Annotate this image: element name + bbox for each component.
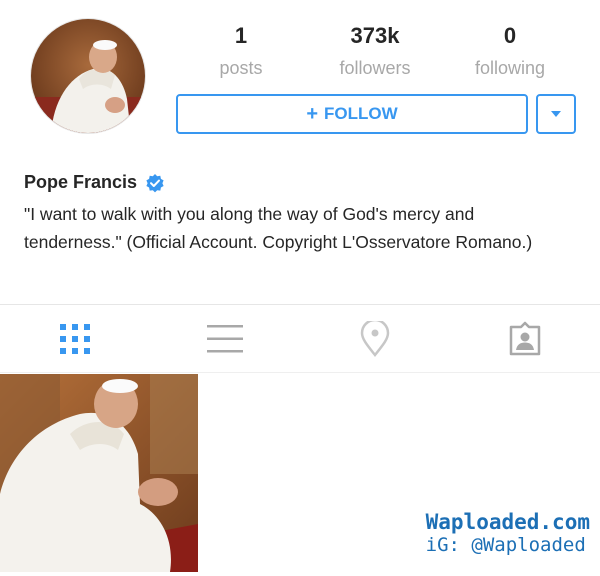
profile-avatar[interactable] (30, 18, 146, 134)
watermark: Waploaded.com iG: @Waploaded (426, 510, 590, 556)
stat-posts[interactable]: 1 posts (186, 22, 296, 80)
profile-name: Pope Francis (24, 172, 138, 192)
follow-label: FOLLOW (324, 104, 398, 123)
stat-followers[interactable]: 373k followers (320, 22, 430, 80)
plus-icon: + (306, 103, 319, 125)
profile-bio: "I want to walk with you along the way o… (24, 204, 533, 252)
caret-down-icon (551, 111, 561, 117)
profile-name-row: Pope Francis (24, 172, 165, 193)
list-icon (207, 325, 243, 353)
watermark-handle: iG: @Waploaded (425, 534, 586, 556)
followers-label: followers (339, 58, 411, 78)
map-pin-icon (360, 321, 390, 357)
grid-icon (60, 324, 90, 354)
tabs-divider (0, 372, 600, 373)
following-label: following (474, 58, 546, 78)
posts-label: posts (219, 58, 263, 78)
stat-following[interactable]: 0 following (455, 22, 565, 80)
watermark-site: Waploaded.com (425, 510, 590, 534)
tab-map[interactable] (300, 306, 450, 372)
tab-tagged[interactable] (450, 306, 600, 372)
profile-view-tabs (0, 306, 600, 372)
tagged-photos-icon (509, 321, 541, 356)
follow-button[interactable]: + FOLLOW (176, 94, 528, 134)
section-divider (0, 304, 600, 305)
posts-count: 1 (234, 23, 248, 48)
suggestions-dropdown-button[interactable] (536, 94, 576, 134)
verified-badge-icon (146, 173, 164, 192)
followers-count: 373k (350, 23, 400, 48)
post-thumbnail[interactable] (0, 374, 198, 572)
tab-list[interactable] (150, 306, 300, 372)
following-count: 0 (503, 23, 517, 48)
tab-grid[interactable] (0, 306, 150, 372)
